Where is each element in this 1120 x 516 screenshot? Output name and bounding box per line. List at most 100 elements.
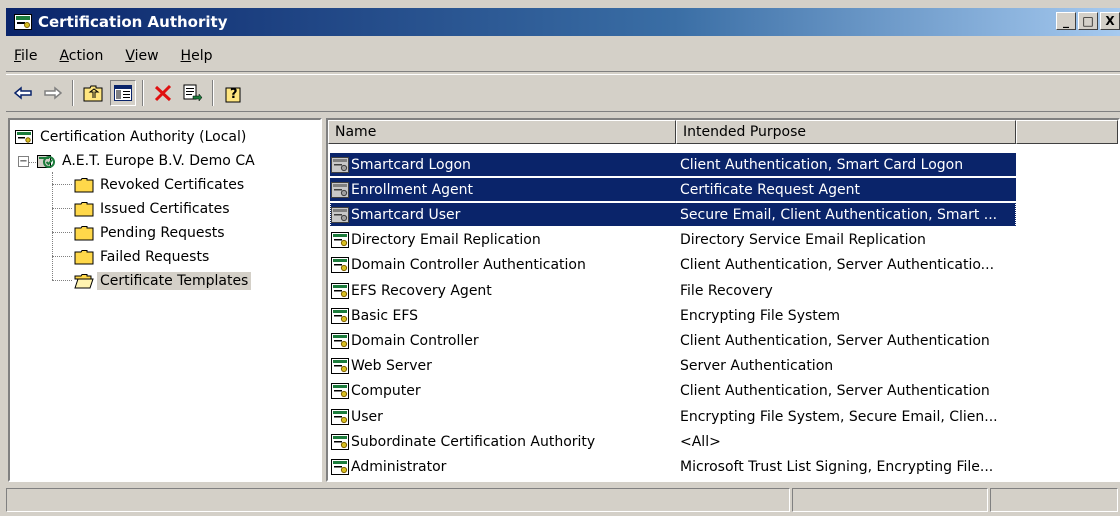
delete-icon — [154, 84, 172, 102]
template-name: Computer — [351, 383, 421, 400]
intended-purpose-cell: Certificate Request Agent — [674, 178, 1016, 202]
list-item[interactable]: Subordinate Certification Authority <All> — [330, 429, 1016, 454]
forward-button[interactable] — [40, 80, 66, 106]
tree-line — [52, 280, 72, 281]
list-item[interactable]: Basic EFS Encrypting File System — [330, 303, 1016, 328]
certification-authority-icon — [15, 130, 33, 144]
list-item[interactable]: Directory Email Replication Directory Ser… — [330, 228, 1016, 253]
certificate-template-icon — [331, 358, 349, 375]
list-item[interactable]: Computer Client Authentication, Server Au… — [330, 379, 1016, 404]
folder-icon — [74, 202, 94, 217]
close-button[interactable]: X — [1100, 12, 1120, 30]
list-item[interactable]: Web Server Server Authentication — [330, 354, 1016, 379]
certificate-template-icon — [331, 408, 349, 425]
tree-item-root[interactable]: Certification Authority (Local) — [14, 126, 249, 148]
menu-action[interactable]: Action — [59, 48, 103, 64]
list-item[interactable]: EFS Recovery Agent File Recovery — [330, 278, 1016, 303]
list-item[interactable]: Administrator Microsoft Trust List Signin… — [330, 454, 1016, 479]
menu-help-label: elp — [191, 47, 213, 64]
template-name: Smartcard Logon — [351, 156, 471, 173]
name-cell: Administrator — [330, 455, 674, 478]
tree-line — [52, 256, 72, 257]
tree-root-label: Certification Authority (Local) — [40, 129, 247, 145]
help-button[interactable]: ? — [220, 80, 246, 106]
tree-item-ca[interactable]: A.E.T. Europe B.V. Demo CA — [36, 150, 258, 172]
certification-authority-app-icon — [14, 14, 32, 30]
list-item[interactable]: Domain Controller Client Authentication, … — [330, 328, 1016, 353]
name-cell: Subordinate Certification Authority — [330, 430, 674, 453]
name-cell: Basic EFS — [330, 304, 674, 327]
list-item[interactable]: Smartcard User Secure Email, Client Authe… — [330, 202, 1016, 228]
forward-arrow-icon — [44, 86, 62, 100]
certificate-template-icon — [331, 332, 349, 349]
intended-purpose-cell: <All> — [680, 433, 721, 450]
list-item[interactable]: User Encrypting File System, Secure Email… — [330, 404, 1016, 429]
folder-icon — [74, 226, 94, 241]
help-icon: ? — [225, 87, 241, 103]
menu-bar: File Action View Help — [6, 40, 1120, 72]
certificate-template-icon — [331, 156, 349, 173]
menu-action-accel: A — [59, 47, 69, 64]
name-cell: User — [330, 405, 674, 428]
status-cell-3 — [990, 488, 1118, 512]
intended-purpose-cell: Client Authentication, Server Authentica… — [680, 383, 990, 400]
list-item[interactable]: Enrollment Agent Certificate Request Agen… — [330, 177, 1016, 202]
tree-item-certificate-templates[interactable]: Certificate Templates — [74, 270, 252, 292]
certificate-template-icon — [331, 232, 349, 249]
tree-item-revoked-certificates[interactable]: Revoked Certificates — [74, 174, 247, 196]
menu-view[interactable]: View — [125, 48, 158, 64]
list-item[interactable]: Domain Controller Authentication Client A… — [330, 253, 1016, 278]
template-name: Smartcard User — [351, 206, 461, 223]
up-one-level-button[interactable] — [80, 80, 106, 106]
menu-file[interactable]: File — [14, 48, 37, 64]
certificate-template-icon — [331, 257, 349, 274]
name-cell: Domain Controller — [330, 329, 674, 352]
certificate-template-icon — [331, 383, 349, 400]
show-hide-console-tree-button[interactable] — [110, 80, 136, 106]
menu-action-label: ction — [68, 47, 104, 64]
title-bar[interactable]: Certification Authority _ □ X — [6, 8, 1120, 36]
collapse-toggle[interactable]: − — [18, 156, 29, 167]
export-list-button[interactable] — [180, 80, 206, 106]
menu-file-label: ile — [21, 47, 38, 64]
toolbar-separator — [142, 80, 144, 106]
menu-view-label: iew — [134, 47, 159, 64]
intended-purpose-cell: Directory Service Email Replication — [680, 232, 926, 249]
template-name: Web Server — [351, 358, 432, 375]
intended-purpose-cell: Encrypting File System, Secure Email, Cl… — [680, 408, 998, 425]
tree-folder-label: Pending Requests — [100, 225, 225, 241]
show-hide-console-tree-icon — [114, 85, 132, 101]
column-header-name[interactable]: Name — [328, 120, 676, 144]
folder-icon — [74, 178, 94, 193]
template-name: Domain Controller Authentication — [351, 257, 586, 274]
name-cell: Domain Controller Authentication — [330, 254, 674, 277]
name-cell: Web Server — [330, 355, 674, 378]
toolbar-separator — [72, 80, 74, 106]
minimize-button[interactable]: _ — [1056, 12, 1076, 30]
back-button[interactable] — [10, 80, 36, 106]
tree-item-issued-certificates[interactable]: Issued Certificates — [74, 198, 233, 220]
mmc-window: Certification Authority _ □ X File Actio… — [0, 0, 1120, 516]
results-list[interactable]: Name Intended Purpose Smartcard Logon Cli… — [326, 118, 1120, 482]
tree-line — [52, 208, 72, 209]
template-name: Enrollment Agent — [351, 181, 474, 198]
delete-button[interactable] — [150, 80, 176, 106]
name-cell: Smartcard Logon — [330, 153, 674, 176]
open-folder-icon — [74, 274, 94, 289]
template-name: Basic EFS — [351, 307, 419, 324]
tree-item-failed-requests[interactable]: Failed Requests — [74, 246, 212, 268]
list-item[interactable]: Smartcard Logon Client Authentication, Sm… — [330, 152, 1016, 177]
template-name: Administrator — [351, 458, 447, 475]
console-tree[interactable]: Certification Authority (Local) − A.E.T.… — [8, 118, 322, 482]
intended-purpose-cell: Client Authentication, Server Authentica… — [680, 257, 995, 274]
window-title: Certification Authority — [38, 13, 228, 31]
menu-help[interactable]: Help — [181, 48, 213, 64]
tree-item-pending-requests[interactable]: Pending Requests — [74, 222, 228, 244]
name-cell: Enrollment Agent — [330, 178, 674, 202]
column-header-intended-purpose[interactable]: Intended Purpose — [676, 120, 1016, 144]
status-cell-2 — [792, 488, 988, 512]
up-one-level-icon — [83, 85, 103, 102]
ca-server-icon — [37, 155, 55, 168]
intended-purpose-cell: Encrypting File System — [680, 307, 841, 324]
maximize-button[interactable]: □ — [1078, 12, 1098, 30]
